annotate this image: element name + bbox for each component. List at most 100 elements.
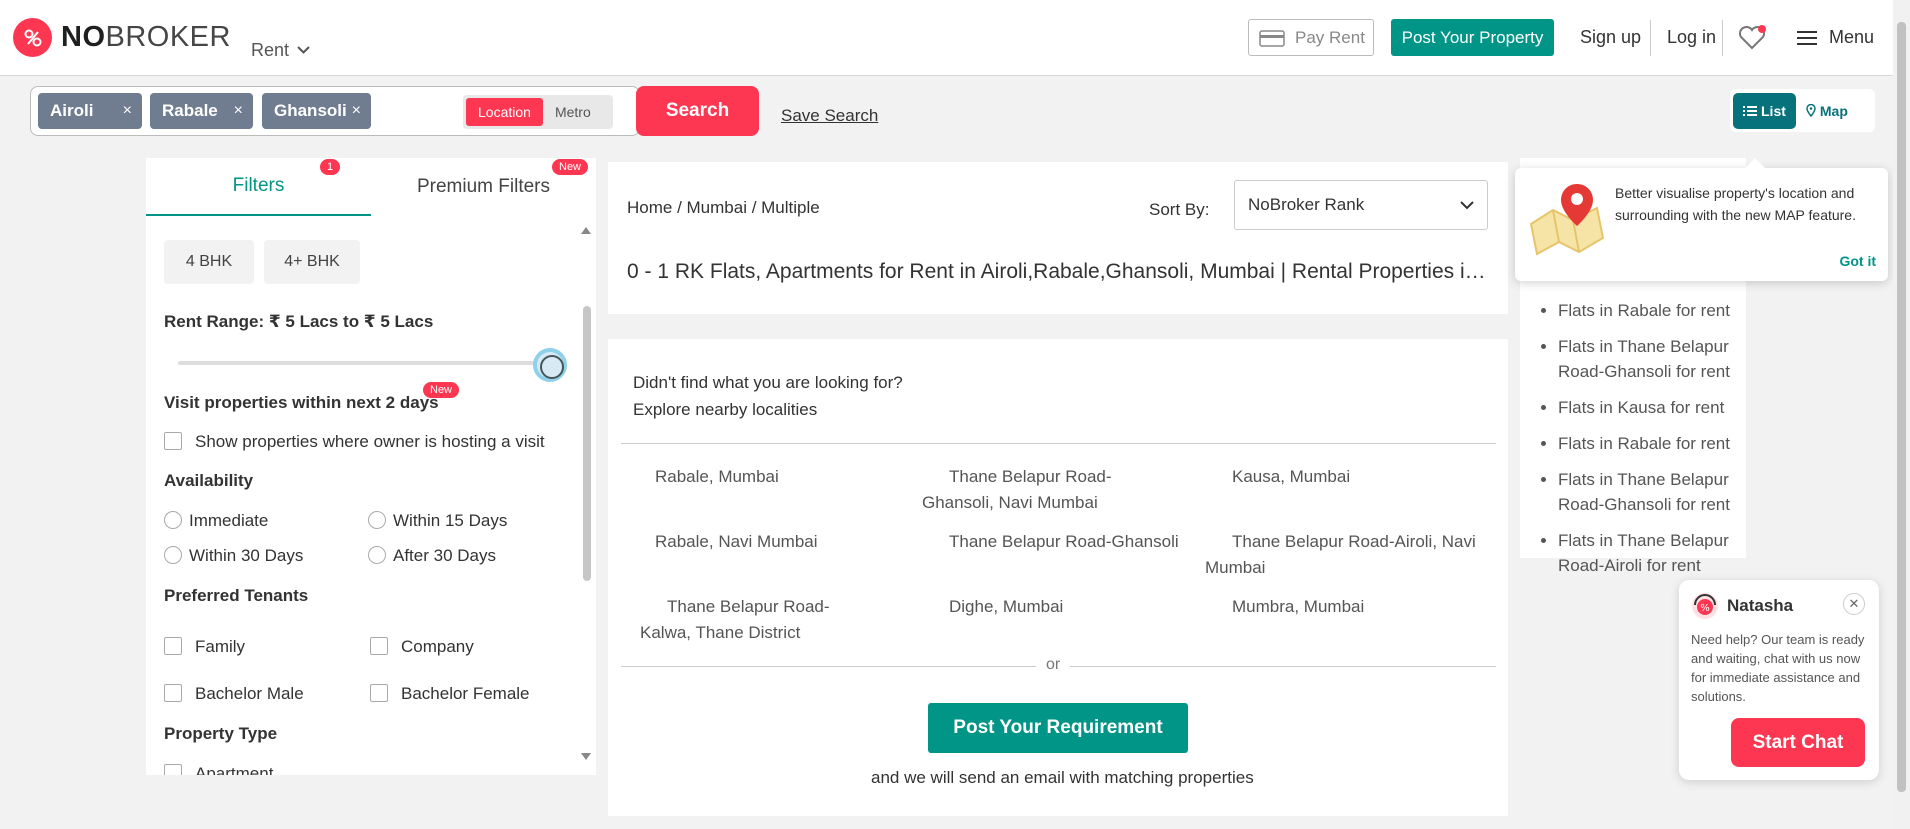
chip-remove-icon[interactable]: × [352,102,361,120]
top-header: NOBROKER Rent Pay Rent Post Your Propert… [0,0,1893,76]
nearby-locality-link[interactable]: Thane Belapur Road-Airoli, Navi Mumbai [1205,529,1485,581]
search-button[interactable]: Search [636,86,759,136]
locality-chip: Rabale × [150,93,253,129]
bhk-4plus-button[interactable]: 4+ BHK [264,240,360,284]
rent-range-label: Rent Range: ₹ 5 Lacs to ₹ 5 Lacs [164,312,434,331]
chip-remove-icon[interactable]: × [234,102,243,120]
related-link[interactable]: Flats in Thane Belapur Road-Ghansoli for… [1558,334,1738,384]
tenant-checkbox-family[interactable] [164,637,182,655]
list-map-toggle: List Map [1730,89,1875,132]
map-tip-text: Better visualise property's location and… [1615,185,1856,223]
filters-panel: Filters 1 Premium Filters New 4 BHK 4+ B… [146,158,596,775]
tenant-checkbox-bachelor-female[interactable] [370,684,388,702]
chat-close-icon[interactable]: ✕ [1843,593,1865,615]
not-found-message: Didn't find what you are looking for? Ex… [633,369,903,423]
nearby-locality-link[interactable]: Rabale, Mumbai [628,464,868,490]
rent-range-slider-track[interactable] [178,361,550,365]
map-feature-tooltip: Better visualise property's location and… [1515,158,1888,281]
related-link[interactable]: Flats in Kausa for rent [1558,395,1738,420]
post-requirement-button[interactable]: Post Your Requirement [928,703,1188,753]
hamburger-icon [1797,30,1817,45]
nearby-locality-link[interactable]: Mumbra, Mumbai [1205,594,1475,620]
filters-scroll-thumb[interactable] [583,306,591,581]
availability-option-label: Within 30 Days [189,546,304,565]
nearby-locality-link[interactable]: Dighe, Mumbai [922,594,1182,620]
location-toggle-button[interactable]: Location [466,98,543,126]
chip-remove-icon[interactable]: × [123,102,132,120]
no-results-box: Didn't find what you are looking for? Ex… [608,339,1508,816]
availability-radio-30-days[interactable] [164,546,182,564]
tab-premium-label: Premium Filters [416,176,550,197]
logo-icon [13,18,52,57]
tenant-option-label: Family [195,637,246,656]
start-chat-button[interactable]: Start Chat [1731,718,1865,767]
preferred-tenants-label: Preferred Tenants [164,586,309,605]
related-links-list: Flats in Rabale for rent Flats in Thane … [1558,298,1738,589]
bhk-4-button[interactable]: 4 BHK [164,240,254,284]
map-view-label: Map [1819,102,1848,119]
list-view-button[interactable]: List [1733,92,1796,129]
shortlist-heart-icon[interactable] [1738,25,1768,56]
svg-text:%: % [1700,603,1710,614]
tenant-option-label: Bachelor Female [401,684,530,703]
chevron-down-icon [1460,200,1474,209]
scroll-up-icon[interactable] [580,225,592,235]
related-link[interactable]: Flats in Rabale for rent [1558,298,1738,323]
card-icon [1259,29,1285,47]
map-view-button[interactable]: Map [1796,93,1858,129]
map-pin-icon [1806,104,1816,117]
tenant-checkbox-company[interactable] [370,637,388,655]
visit-label: Visit properties within next 2 days [164,393,439,412]
metro-toggle-button[interactable]: Metro [543,98,603,126]
nearby-locality-link[interactable]: Kausa, Mumbai [1205,464,1475,490]
nearby-locality-link[interactable]: Rabale, Navi Mumbai [628,529,868,555]
visit-option-label: Show properties where owner is hosting a… [195,432,545,451]
availability-option-label: Within 15 Days [393,511,508,530]
visit-checkbox[interactable] [164,432,182,450]
sign-up-link[interactable]: Sign up [1580,27,1641,48]
nearby-locality-link[interactable]: Thane Belapur Road-Ghansoli [922,529,1182,555]
or-label: or [1036,656,1071,674]
visit-new-badge: New [423,382,460,398]
log-in-link[interactable]: Log in [1667,27,1716,48]
premium-new-badge: New [552,159,589,175]
header-divider [1722,20,1723,56]
list-view-label: List [1761,102,1786,119]
got-it-button[interactable]: Got it [1839,253,1876,269]
related-link[interactable]: Flats in Thane Belapur Road-Airoli for r… [1558,528,1738,578]
tab-filters-label: Filters [232,175,285,196]
header-divider [1650,20,1651,56]
results-header: Home / Mumbai / Multiple Sort By: NoBrok… [608,162,1508,314]
availability-radio-15-days[interactable] [368,511,386,529]
not-found-line-1: Didn't find what you are looking for? [633,373,903,392]
sort-by-select[interactable]: NoBroker Rank [1234,180,1488,230]
property-type-checkbox[interactable] [164,764,182,775]
menu-button[interactable]: Menu [1797,27,1874,48]
page-title: 0 - 1 RK Flats, Apartments for Rent in A… [627,260,1492,283]
property-type-label: Property Type [164,724,278,743]
chat-avatar-icon: % [1692,593,1718,619]
scroll-down-icon[interactable] [580,752,592,762]
locality-search-box[interactable]: Airoli × Rabale × Ghansoli × Location Me… [30,86,640,136]
rent-dropdown[interactable]: Rent [251,40,310,61]
related-link[interactable]: Flats in Thane Belapur Road-Ghansoli for… [1558,467,1738,517]
pay-rent-button[interactable]: Pay Rent [1248,19,1374,56]
availability-radio-after-30[interactable] [368,546,386,564]
map-illustration-icon [1529,184,1605,256]
page-scroll-thumb[interactable] [1897,22,1906,792]
availability-option-label: Immediate [189,511,269,530]
nobroker-logo[interactable]: NOBROKER [13,18,231,57]
nearby-locality-link[interactable]: Thane Belapur Road-Kalwa, Thane District [640,594,880,646]
chat-widget: % Natasha ✕ Need help? Our team is ready… [1679,580,1879,780]
divider [621,443,1496,444]
nearby-locality-link[interactable]: Thane Belapur Road-Ghansoli, Navi Mumbai [922,464,1182,516]
related-link[interactable]: Flats in Rabale for rent [1558,431,1738,456]
rent-range-slider-handle[interactable] [533,348,567,382]
availability-radio-immediate[interactable] [164,511,182,529]
breadcrumb[interactable]: Home / Mumbai / Multiple [627,198,820,218]
tenant-checkbox-bachelor-male[interactable] [164,684,182,702]
chip-label: Airoli [50,101,94,120]
rent-dropdown-label: Rent [251,40,290,60]
save-search-link[interactable]: Save Search [781,106,878,126]
post-property-button[interactable]: Post Your Property [1391,19,1554,56]
